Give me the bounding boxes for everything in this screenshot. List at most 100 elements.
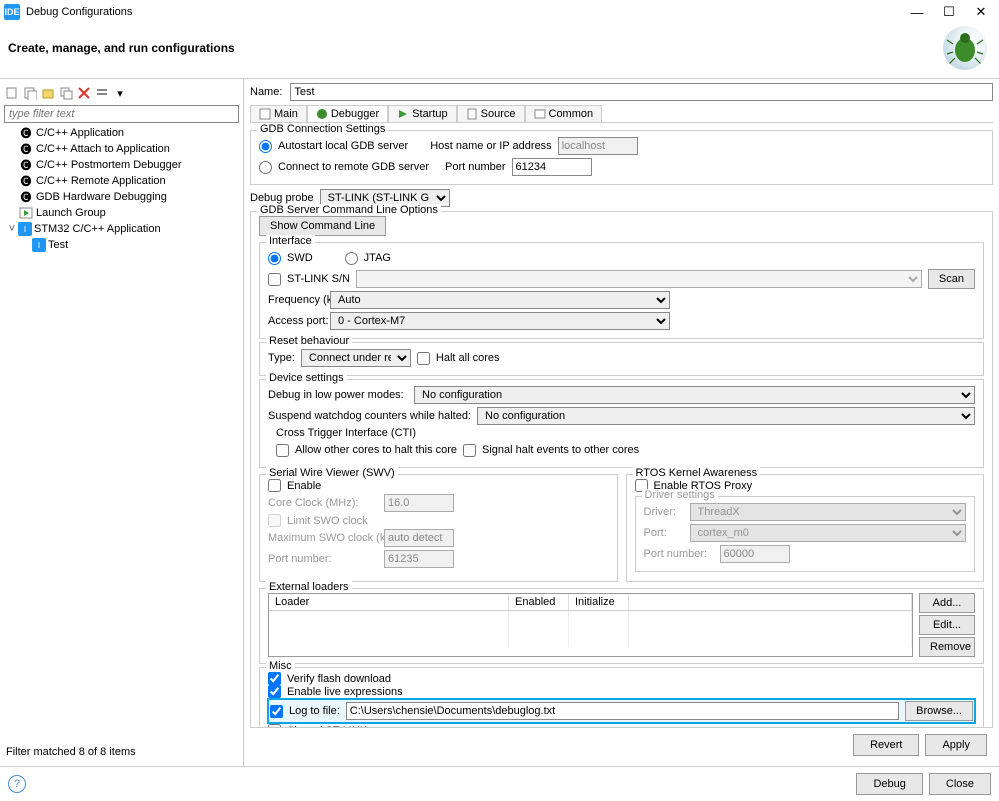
window-title: Debug Configurations bbox=[26, 6, 903, 18]
browse-button[interactable]: Browse... bbox=[905, 701, 973, 721]
rtos-port-select: cortex_m0 bbox=[690, 524, 967, 542]
tab-source[interactable]: Source bbox=[457, 105, 525, 122]
tree-cpp-application[interactable]: 🅒C/C++ Application bbox=[4, 125, 239, 141]
access-port-select[interactable]: 0 - Cortex-M7 bbox=[330, 312, 670, 330]
close-window-button[interactable]: ✕ bbox=[967, 2, 995, 22]
suspend-watchdog-select[interactable]: No configuration bbox=[477, 407, 975, 425]
suspend-watchdog-label: Suspend watchdog counters while halted: bbox=[268, 410, 471, 422]
ext-col-initialize: Initialize bbox=[569, 594, 629, 610]
limit-swo-check: Limit SWO clock bbox=[268, 514, 609, 527]
host-input[interactable] bbox=[558, 137, 638, 155]
app-icon: IDE bbox=[4, 4, 20, 20]
tree-cpp-remote[interactable]: 🅒C/C++ Remote Application bbox=[4, 173, 239, 189]
swd-radio[interactable]: SWD bbox=[268, 252, 313, 265]
swv-enable-check[interactable]: Enable bbox=[268, 479, 609, 492]
jtag-radio[interactable]: JTAG bbox=[345, 252, 391, 265]
reset-type-select[interactable]: Connect under reset bbox=[301, 349, 411, 367]
log-to-file-check[interactable]: Log to file: bbox=[270, 705, 340, 718]
rtos-title: RTOS Kernel Awareness bbox=[633, 467, 761, 479]
access-port-label: Access port: bbox=[268, 315, 324, 327]
ext-add-button[interactable]: Add... bbox=[919, 593, 975, 613]
config-toolbar: ▾ bbox=[4, 83, 239, 105]
tree-cpp-attach[interactable]: 🅒C/C++ Attach to Application bbox=[4, 141, 239, 157]
rtos-portnum-input bbox=[720, 545, 790, 563]
max-swo-label: Maximum SWO clock (kHz): bbox=[268, 532, 378, 544]
freq-select[interactable]: Auto bbox=[330, 291, 670, 309]
new-proto-icon[interactable] bbox=[22, 85, 38, 101]
tab-common[interactable]: Common bbox=[525, 105, 603, 122]
max-swo-input bbox=[384, 529, 454, 547]
tree-test[interactable]: ITest bbox=[4, 237, 239, 253]
config-tree: 🅒C/C++ Application 🅒C/C++ Attach to Appl… bbox=[4, 123, 239, 742]
rtos-driver-select: ThreadX bbox=[690, 503, 967, 521]
gdb-conn-title: GDB Connection Settings bbox=[257, 123, 388, 135]
core-clock-input bbox=[384, 494, 454, 512]
debug-button[interactable]: Debug bbox=[856, 773, 922, 795]
enable-live-check[interactable]: Enable live expressions bbox=[268, 685, 975, 698]
name-input[interactable] bbox=[290, 83, 993, 101]
ext-edit-button[interactable]: Edit... bbox=[919, 615, 975, 635]
interface-title: Interface bbox=[266, 235, 315, 247]
scan-button[interactable]: Scan bbox=[928, 269, 975, 289]
swv-port-label: Port number: bbox=[268, 553, 378, 565]
cti-label: Cross Trigger Interface (CTI) bbox=[276, 427, 975, 439]
reset-type-label: Type: bbox=[268, 352, 295, 364]
log-file-input[interactable] bbox=[346, 702, 899, 720]
tree-gdb-hw[interactable]: 🅒GDB Hardware Debugging bbox=[4, 189, 239, 205]
rtos-driver-label: Driver: bbox=[644, 506, 684, 518]
duplicate-icon[interactable] bbox=[58, 85, 74, 101]
help-icon[interactable]: ? bbox=[8, 775, 26, 793]
device-settings-title: Device settings bbox=[266, 372, 347, 384]
stlink-sn-check[interactable]: ST-LINK S/N bbox=[268, 273, 350, 286]
close-button[interactable]: Close bbox=[929, 773, 991, 795]
port-label: Port number bbox=[445, 161, 506, 173]
delete-icon[interactable] bbox=[76, 85, 92, 101]
tab-startup[interactable]: Startup bbox=[388, 105, 456, 122]
filter-input[interactable] bbox=[4, 105, 239, 123]
tree-stm32[interactable]: ˅ISTM32 C/C++ Application bbox=[4, 221, 239, 237]
swv-title: Serial Wire Viewer (SWV) bbox=[266, 467, 398, 479]
apply-button[interactable]: Apply bbox=[925, 734, 987, 756]
filter-icon[interactable]: ▾ bbox=[112, 85, 128, 101]
debug-lowpower-label: Debug in low power modes: bbox=[268, 389, 408, 401]
minimize-button[interactable]: — bbox=[903, 2, 931, 22]
tab-main[interactable]: Main bbox=[250, 105, 307, 122]
rtos-portnum-label: Port number: bbox=[644, 548, 714, 560]
debug-lowpower-select[interactable]: No configuration bbox=[414, 386, 975, 404]
header-subtitle: Create, manage, and run configurations bbox=[8, 41, 943, 55]
rtos-port-label: Port: bbox=[644, 527, 684, 539]
verify-flash-check[interactable]: Verify flash download bbox=[268, 672, 975, 685]
core-clock-label: Core Clock (MHz): bbox=[268, 497, 378, 509]
filter-match-text: Filter matched 8 of 8 items bbox=[4, 742, 239, 762]
new-config-icon[interactable] bbox=[4, 85, 20, 101]
connect-remote-radio[interactable]: Connect to remote GDB server bbox=[259, 161, 429, 174]
tree-cpp-postmortem[interactable]: 🅒C/C++ Postmortem Debugger bbox=[4, 157, 239, 173]
debug-probe-label: Debug probe bbox=[250, 192, 314, 204]
export-icon[interactable] bbox=[40, 85, 56, 101]
port-input[interactable] bbox=[512, 158, 592, 176]
ext-col-loader: Loader bbox=[269, 594, 509, 610]
tab-debugger[interactable]: Debugger bbox=[307, 105, 388, 122]
driver-settings-title: Driver settings bbox=[642, 489, 718, 501]
ext-col-enabled: Enabled bbox=[509, 594, 569, 610]
autostart-radio[interactable]: Autostart local GDB server bbox=[259, 140, 408, 153]
signal-halt-check[interactable]: Signal halt events to other cores bbox=[463, 444, 639, 457]
revert-button[interactable]: Revert bbox=[853, 734, 919, 756]
swv-port-input bbox=[384, 550, 454, 568]
collapse-icon[interactable] bbox=[94, 85, 110, 101]
gdb-server-title: GDB Server Command Line Options bbox=[257, 204, 441, 216]
ext-loaders-title: External loaders bbox=[266, 581, 352, 593]
name-label: Name: bbox=[250, 86, 282, 98]
tree-launch-group[interactable]: Launch Group bbox=[4, 205, 239, 221]
freq-label: Frequency (kHz): bbox=[268, 294, 324, 306]
host-label: Host name or IP address bbox=[430, 140, 551, 152]
misc-title: Misc bbox=[266, 660, 295, 672]
halt-all-check[interactable]: Halt all cores bbox=[417, 352, 500, 365]
maximize-button[interactable]: ☐ bbox=[935, 2, 963, 22]
stlink-sn-select[interactable] bbox=[356, 270, 922, 288]
allow-other-check[interactable]: Allow other cores to halt this core bbox=[276, 444, 457, 457]
show-cmd-button[interactable]: Show Command Line bbox=[259, 216, 386, 236]
ext-remove-button[interactable]: Remove bbox=[919, 637, 975, 657]
bug-icon bbox=[943, 26, 987, 70]
ext-loaders-table[interactable]: Loader Enabled Initialize bbox=[268, 593, 913, 657]
